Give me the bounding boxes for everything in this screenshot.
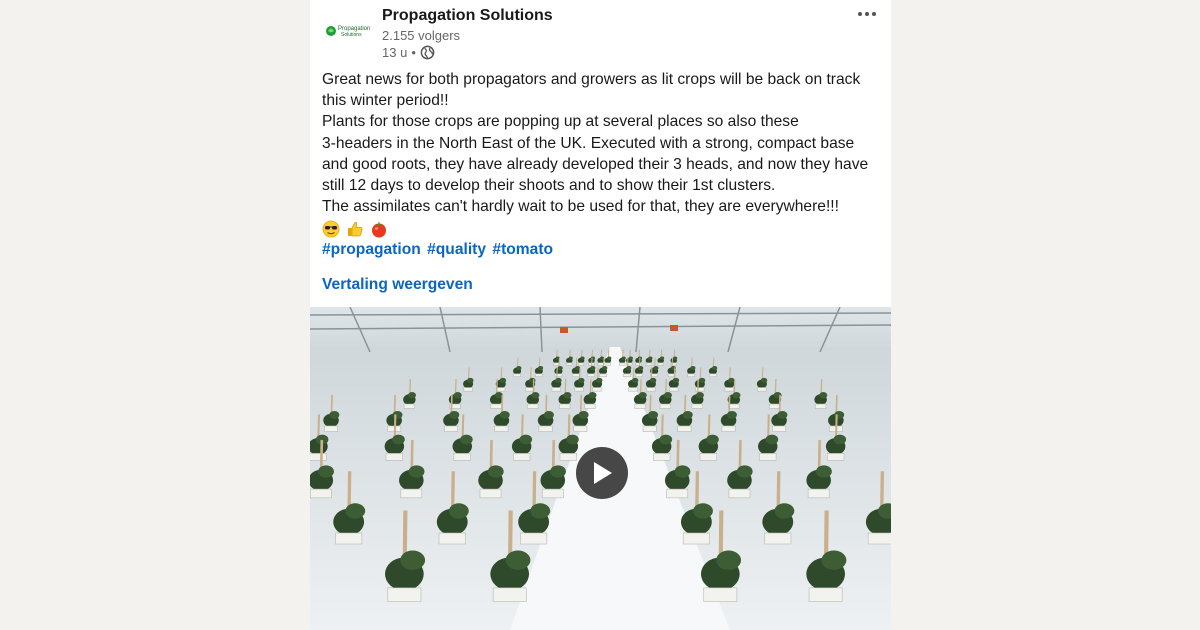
post-meta: 13 u • — [382, 45, 435, 60]
hashtag-tomato[interactable]: #tomato — [492, 241, 553, 258]
post-text-line: 3-headers in the North East of the UK. E… — [322, 134, 869, 195]
globe-icon — [420, 45, 435, 60]
author-name[interactable]: Propagation Solutions — [382, 7, 553, 25]
post-header: Propagation Solutions Propagation Soluti… — [310, 0, 891, 70]
more-options-button[interactable] — [853, 4, 881, 24]
company-logo[interactable]: Propagation Solutions — [324, 14, 372, 48]
meta-separator: • — [411, 45, 416, 60]
show-translation-link[interactable]: Vertaling weergeven — [322, 276, 473, 294]
tomato-icon — [372, 221, 386, 238]
more-horizontal-icon — [858, 12, 862, 16]
play-icon — [594, 462, 612, 484]
post-text-line: Plants for those crops are popping up at… — [322, 113, 799, 131]
hashtag-propagation[interactable]: #propagation — [322, 241, 421, 258]
post-text-line: Great news for both propagators and grow… — [322, 71, 861, 110]
video-player[interactable] — [310, 307, 891, 630]
post-time: 13 u — [382, 45, 408, 60]
hashtag-row: #propagation #quality #tomato — [322, 239, 882, 260]
more-dot — [872, 12, 876, 16]
sunglasses-face-icon — [322, 220, 340, 238]
emoji-row — [322, 218, 882, 239]
svg-text:Solutions: Solutions — [341, 32, 362, 38]
thumbs-up-icon — [348, 221, 363, 237]
hashtag-quality[interactable]: #quality — [427, 241, 486, 258]
post-text-line: The assimilates can't hardly wait to be … — [322, 198, 839, 216]
post-card: Propagation Solutions Propagation Soluti… — [310, 0, 891, 630]
play-button[interactable] — [576, 447, 628, 499]
follower-count: 2.155 volgers — [382, 28, 461, 43]
post-body: Great news for both propagators and grow… — [322, 69, 882, 261]
more-dot — [865, 12, 869, 16]
